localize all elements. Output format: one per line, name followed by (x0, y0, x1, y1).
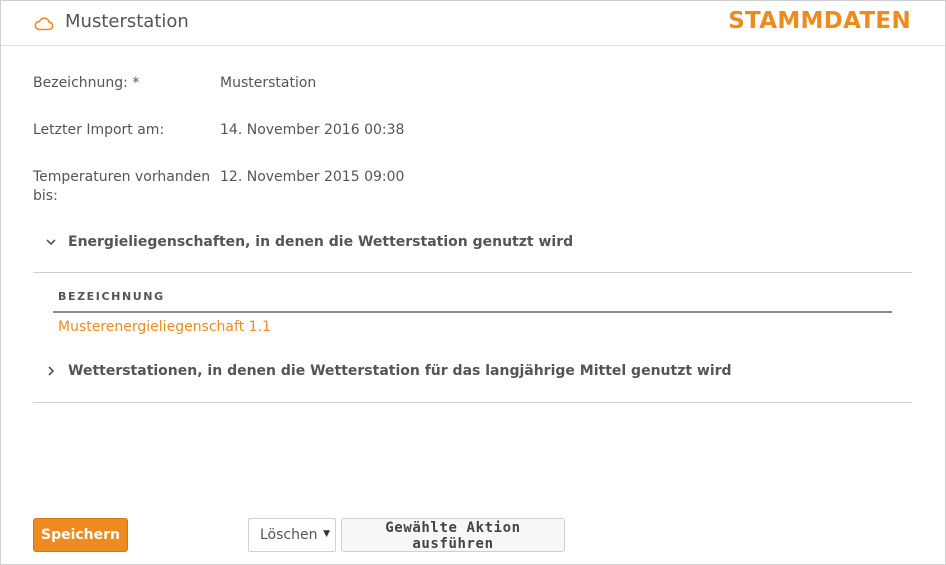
field-value-letzter-import: 14. November 2016 00:38 (220, 122, 405, 138)
caret-down-icon: ▼ (323, 529, 330, 539)
collapse-wetterstationen[interactable]: Wetterstationen, in denen die Wetterstat… (45, 363, 732, 379)
section-label: STAMMDATEN (728, 8, 911, 34)
field-label-bezeichnung: Bezeichnung: * (33, 75, 140, 91)
execute-action-button[interactable]: Gewählte Aktion ausführen (341, 518, 565, 552)
table-row-link[interactable]: Musterenergieliegenschaft 1.1 (58, 319, 271, 335)
field-label-temperaturen: Temperaturen vorhanden bis: (33, 169, 211, 204)
collapse-energieliegenschaften[interactable]: Energieliegenschaften, in denen die Wett… (45, 234, 573, 250)
stammdaten-panel: Musterstation STAMMDATEN Bezeichnung: * … (0, 0, 946, 565)
divider (33, 402, 912, 403)
field-label-letzter-import: Letzter Import am: (33, 122, 165, 138)
panel-header: Musterstation STAMMDATEN (1, 1, 945, 46)
action-select[interactable]: Löschen ▼ (248, 518, 336, 552)
table-header: BEZEICHNUNG (53, 286, 892, 313)
page-title: Musterstation (65, 11, 189, 32)
chevron-down-icon (46, 239, 56, 246)
action-select-value: Löschen (260, 527, 318, 543)
field-value-temperaturen: 12. November 2015 09:00 (220, 169, 405, 185)
collapse-label: Wetterstationen, in denen die Wetterstat… (68, 363, 732, 379)
chevron-right-icon (48, 366, 55, 376)
column-header-bezeichnung: BEZEICHNUNG (58, 290, 165, 303)
divider (33, 272, 912, 273)
collapse-label: Energieliegenschaften, in denen die Wett… (68, 234, 574, 250)
cloud-icon (34, 17, 54, 31)
save-button[interactable]: Speichern (33, 518, 128, 552)
field-value-bezeichnung: Musterstation (220, 75, 317, 91)
